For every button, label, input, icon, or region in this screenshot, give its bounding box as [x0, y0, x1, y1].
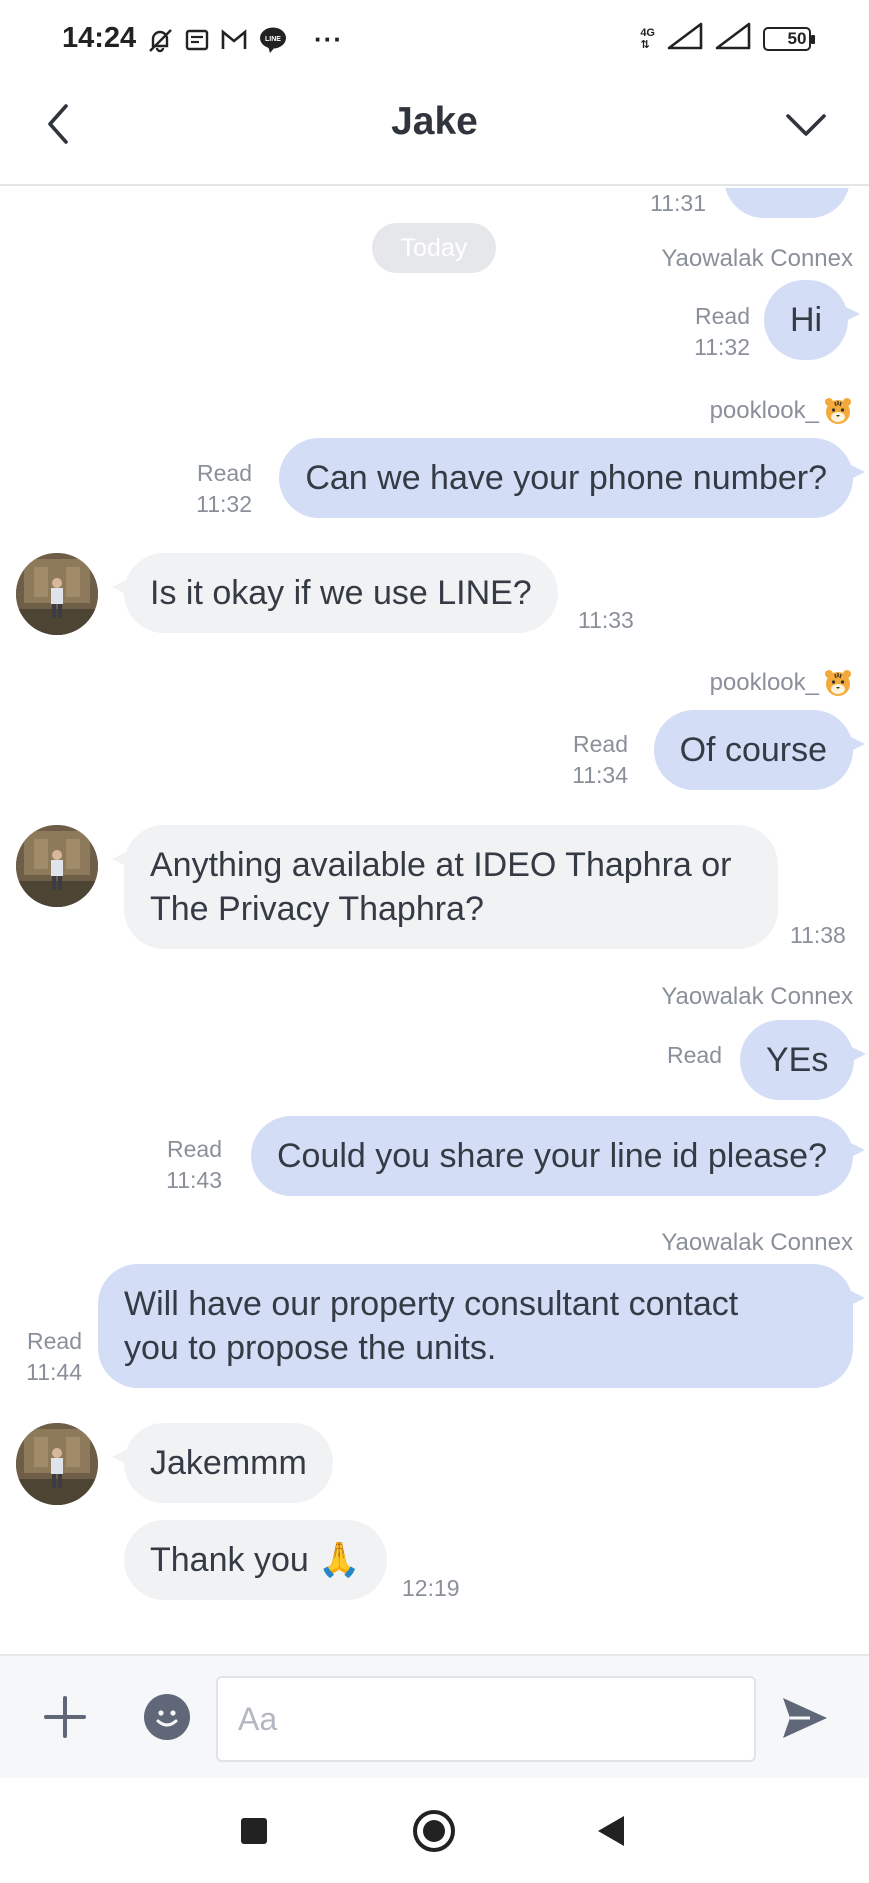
message-bubble-incoming[interactable]: Jakemmm: [112, 1423, 333, 1503]
message-meta: Read: [640, 1040, 722, 1071]
contact-avatar[interactable]: [16, 1423, 98, 1505]
gmail-icon: [220, 28, 248, 52]
message-bubble-outgoing[interactable]: Could you share your line id please?: [250, 1116, 866, 1196]
read-status: Read: [573, 731, 628, 757]
message-meta: Read 11:44: [10, 1326, 82, 1388]
message-bubble-incoming[interactable]: Thank you 🙏: [124, 1520, 387, 1600]
message-time: 11:34: [572, 762, 628, 788]
date-separator: Today: [372, 223, 496, 273]
message-time: 12:19: [402, 1575, 460, 1601]
message-bubble-outgoing[interactable]: YEs: [740, 1020, 867, 1100]
network-type: 4G ⇅: [640, 26, 655, 51]
message-time: 11:44: [26, 1359, 82, 1385]
message-bubble-outgoing-partial[interactable]: [724, 188, 850, 218]
bell-off-icon: [146, 26, 174, 54]
message-bubble-outgoing[interactable]: Will have our property consultant contac…: [98, 1264, 865, 1388]
back-button[interactable]: [596, 1814, 626, 1848]
more-notifications-icon: ···: [314, 24, 343, 54]
message-meta: Read 11:43: [140, 1134, 222, 1196]
emoji-icon[interactable]: [144, 1694, 190, 1740]
message-bubble-incoming[interactable]: Is it okay if we use LINE?: [112, 553, 558, 633]
tiger-emoji-icon: [823, 396, 853, 426]
message-list[interactable]: 11:31 Today Yaowalak Connex Hi Read 11:3…: [0, 188, 869, 1654]
chevron-down-icon[interactable]: [783, 102, 829, 148]
home-button[interactable]: [413, 1810, 455, 1852]
sender-name: Yaowalak Connex: [661, 1229, 853, 1256]
read-status: Read: [667, 1042, 722, 1068]
message-meta: Read 11:32: [668, 301, 750, 363]
message-bubble-outgoing[interactable]: Hi: [764, 280, 861, 360]
message-icon: [184, 27, 210, 53]
message-time: 11:38: [790, 922, 846, 948]
tiger-emoji-icon: [823, 668, 853, 698]
message-time: 11:43: [166, 1167, 222, 1193]
line-app-icon: LINE: [258, 26, 288, 54]
message-time: 11:32: [694, 334, 750, 360]
signal-icon: [667, 22, 703, 55]
contact-avatar[interactable]: [16, 825, 98, 907]
message-meta: Read 11:34: [546, 729, 628, 791]
message-input[interactable]: [216, 1676, 756, 1762]
battery-icon: 50: [763, 26, 815, 51]
message-time: 11:33: [578, 607, 634, 633]
read-status: Read: [197, 460, 252, 486]
message-time: 11:32: [196, 491, 252, 517]
sender-name: pooklook_: [710, 668, 853, 698]
read-status: Read: [27, 1328, 82, 1354]
svg-text:LINE: LINE: [265, 36, 281, 43]
message-input-bar: [0, 1654, 869, 1778]
message-bubble-outgoing[interactable]: Can we have your phone number?: [279, 438, 865, 518]
message-time: 11:31: [650, 190, 706, 216]
network-label: 4G: [640, 26, 655, 39]
plus-icon[interactable]: [42, 1694, 88, 1740]
message-meta: Read 11:32: [170, 458, 252, 520]
message-bubble-outgoing[interactable]: Of course: [653, 710, 866, 790]
sender-name: pooklook_: [710, 396, 853, 426]
send-icon[interactable]: [780, 1694, 830, 1742]
sender-name-text: pooklook_: [709, 397, 819, 424]
message-bubble-incoming[interactable]: Anything available at IDEO Thaphra or Th…: [112, 825, 778, 949]
recents-button[interactable]: [241, 1818, 267, 1844]
signal-icon-2: [715, 22, 751, 55]
sender-name: Yaowalak Connex: [661, 983, 853, 1010]
read-status: Read: [695, 303, 750, 329]
notification-icons: LINE ···: [146, 24, 343, 55]
chat-title: Jake: [391, 100, 478, 143]
chat-header: Jake: [0, 78, 869, 186]
sender-name-text: pooklook_: [709, 669, 819, 696]
contact-avatar[interactable]: [16, 553, 98, 635]
status-time: 14:24: [62, 22, 137, 54]
battery-level: 50: [787, 28, 807, 48]
system-status: 4G ⇅ 50: [640, 22, 815, 55]
status-bar: 14:24 LINE ··· 4G ⇅ 50: [0, 0, 869, 78]
read-status: Read: [167, 1136, 222, 1162]
sender-name: Yaowalak Connex: [661, 245, 853, 272]
system-nav-bar: [0, 1778, 869, 1883]
